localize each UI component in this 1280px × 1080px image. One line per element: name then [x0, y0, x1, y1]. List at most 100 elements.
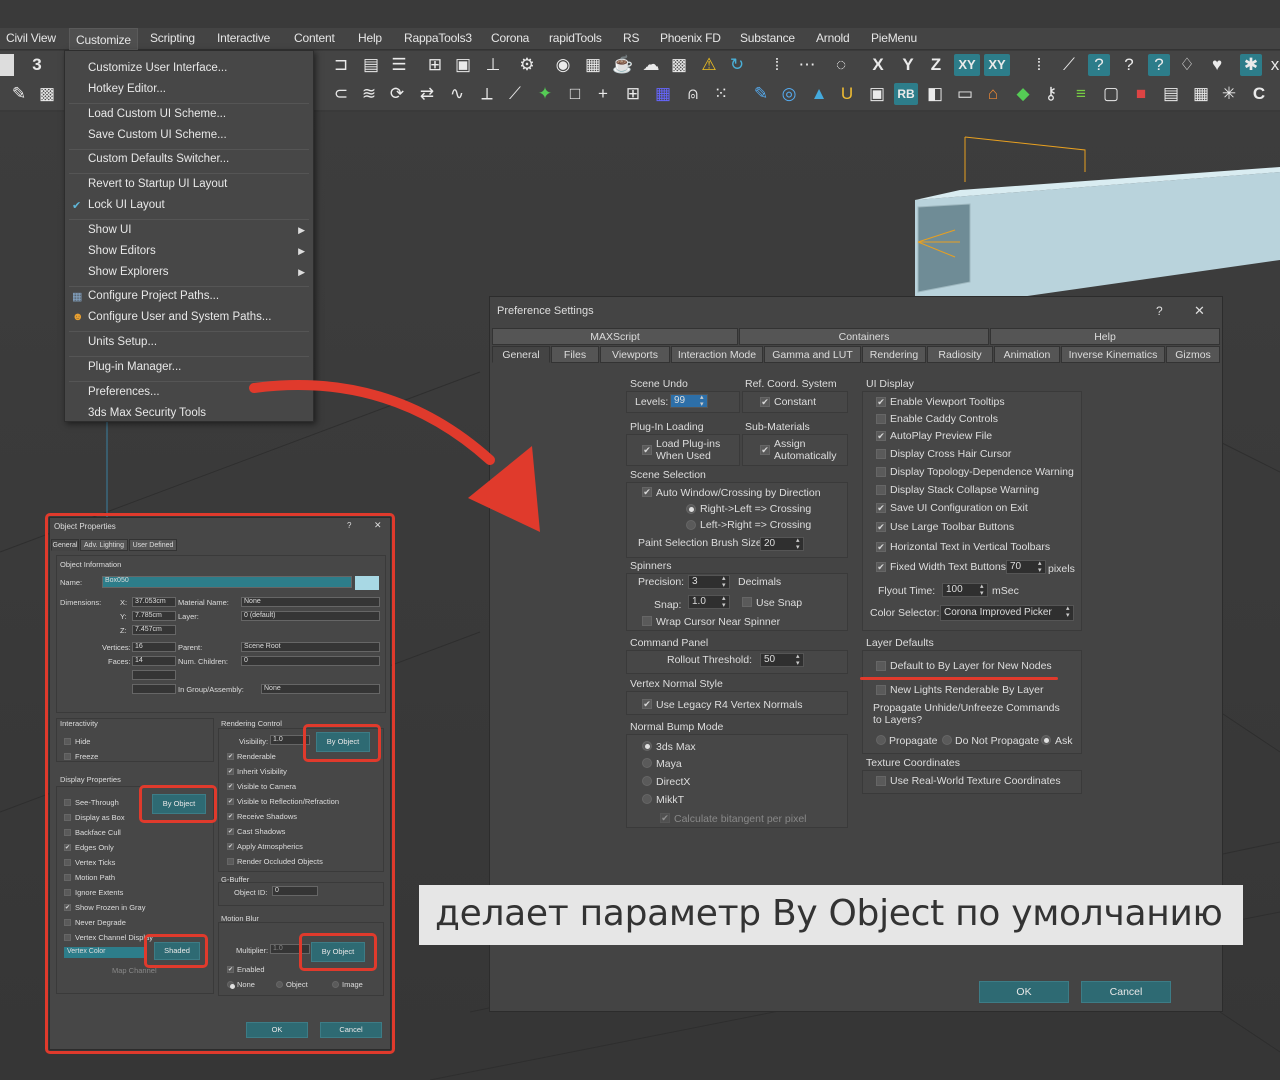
key-icon[interactable]: ⚷	[1040, 83, 1062, 105]
c-icon[interactable]: C	[1248, 83, 1270, 105]
blue-grid-icon[interactable]: ▦	[652, 83, 674, 105]
left-right-radio[interactable]	[686, 520, 696, 530]
menu-item-preferences[interactable]: Preferences...	[88, 386, 160, 398]
ask-radio[interactable]	[1041, 735, 1051, 745]
axis-z-button[interactable]: Z	[925, 54, 947, 76]
display-option-checkbox[interactable]	[64, 874, 71, 881]
display-option-checkbox[interactable]	[64, 859, 71, 866]
constant-checkbox[interactable]: ✔	[760, 397, 770, 407]
freeze-checkbox[interactable]	[64, 753, 71, 760]
flyout-time-spinner[interactable]: 100	[942, 583, 988, 597]
tab-radiosity[interactable]: Radiosity	[927, 346, 993, 363]
wand-icon[interactable]: ⟋	[504, 83, 526, 105]
hide-checkbox[interactable]	[64, 738, 71, 745]
render-option-checkbox[interactable]: ✔	[227, 798, 234, 805]
grid-icon[interactable]: ▩	[668, 54, 690, 76]
menu-rs[interactable]: RS	[623, 31, 639, 45]
dotted-bar-icon[interactable]: ⋯	[796, 54, 818, 76]
mosaic-icon[interactable]: ▦	[1190, 83, 1212, 105]
tab-maxscript[interactable]: MAXScript	[492, 328, 738, 345]
tab-adv-lighting[interactable]: Adv. Lighting	[80, 539, 128, 551]
warning-icon[interactable]: ⚠	[698, 54, 720, 76]
tab-interaction-mode[interactable]: Interaction Mode	[671, 346, 763, 363]
use-snap-checkbox[interactable]	[742, 597, 752, 607]
menu-item-security-tools[interactable]: 3ds Max Security Tools	[88, 407, 206, 419]
menu-scripting[interactable]: Scripting	[150, 31, 195, 45]
align-icon[interactable]: ⊐	[330, 54, 352, 76]
load-plugins-checkbox[interactable]: ✔	[642, 445, 652, 455]
menu-phoenix-fd[interactable]: Phoenix FD	[660, 31, 721, 45]
legacy-normals-checkbox[interactable]: ✔	[642, 699, 652, 709]
menu-item-lock-ui-layout[interactable]: Lock UI Layout	[88, 199, 165, 211]
name-field[interactable]: Box050	[102, 576, 352, 588]
stack-collapse-checkbox[interactable]	[876, 485, 886, 495]
display-option-checkbox[interactable]	[64, 889, 71, 896]
paint-brush-spinner[interactable]: 20	[760, 537, 804, 551]
wave-icon[interactable]: ∿	[446, 83, 468, 105]
viewport-tooltips-checkbox[interactable]: ✔	[876, 397, 886, 407]
menu-piemenu[interactable]: PieMenu	[871, 31, 917, 45]
curve-editor-icon[interactable]: ▣	[452, 54, 474, 76]
checker-icon[interactable]: ▩	[36, 83, 58, 105]
frame-icon[interactable]: ▢	[1100, 83, 1122, 105]
menu-help[interactable]: Help	[358, 31, 382, 45]
render-option-checkbox[interactable]: ✔	[227, 768, 234, 775]
schematic-view-icon[interactable]: ⊥	[482, 54, 504, 76]
snaps-toggle-icon[interactable]: ⁞	[1028, 54, 1050, 76]
motion-blur-by-object-button[interactable]: By Object	[311, 942, 365, 962]
display-option-checkbox[interactable]	[64, 814, 71, 821]
rb-button[interactable]: RB	[894, 83, 918, 105]
monitor-icon[interactable]: ▣	[866, 83, 888, 105]
heart-icon[interactable]: ♥	[1206, 54, 1228, 76]
autoplay-preview-checkbox[interactable]: ✔	[876, 431, 886, 441]
menu-item-units-setup[interactable]: Units Setup...	[88, 336, 157, 348]
cross-hair-checkbox[interactable]	[876, 449, 886, 459]
mirror-icon[interactable]: ♢	[1176, 54, 1198, 76]
link-icon[interactable]: ⊂	[330, 83, 352, 105]
wind-icon[interactable]: ≋	[358, 83, 380, 105]
graph-editor-icon[interactable]: ⊞	[424, 54, 446, 76]
tab-user-defined[interactable]: User Defined	[129, 539, 177, 551]
right-left-radio[interactable]	[686, 504, 696, 514]
menu-item-show-editors[interactable]: Show Editors	[88, 245, 156, 257]
axis-y-button[interactable]: Y	[897, 54, 919, 76]
menu-content[interactable]: Content	[294, 31, 335, 45]
menu-item-defaults-switcher[interactable]: Custom Defaults Switcher...	[88, 153, 229, 165]
mb-object-radio[interactable]	[276, 981, 283, 988]
plus-icon[interactable]: +	[592, 83, 614, 105]
display-option-checkbox[interactable]	[64, 829, 71, 836]
rollout-threshold-spinner[interactable]: 50	[760, 653, 804, 667]
object-color-swatch[interactable]	[355, 576, 379, 590]
scene-explorer-icon[interactable]: ▤	[360, 54, 382, 76]
display-option-checkbox[interactable]	[64, 934, 71, 941]
precision-spinner[interactable]: 3	[688, 575, 730, 589]
snap-3d-icon[interactable]: 3	[26, 54, 48, 76]
levels-spinner[interactable]: 99	[670, 394, 708, 408]
dots-grid-icon[interactable]: ⁙	[710, 83, 732, 105]
close-x-icon[interactable]: x	[1264, 54, 1280, 76]
menu-item-show-ui[interactable]: Show UI	[88, 224, 131, 236]
tab-rendering[interactable]: Rendering	[862, 346, 926, 363]
menu-item-show-explorers[interactable]: Show Explorers	[88, 266, 169, 278]
tab-containers[interactable]: Containers	[739, 328, 989, 345]
fence-icon[interactable]: ⊞	[622, 83, 644, 105]
mb-image-radio[interactable]	[332, 981, 339, 988]
menu-item-save-ui-scheme[interactable]: Save Custom UI Scheme...	[88, 129, 227, 141]
tab-inverse-kinematics[interactable]: Inverse Kinematics	[1061, 346, 1165, 363]
mb-none-radio[interactable]	[227, 981, 235, 989]
tree-icon[interactable]: ✦	[534, 83, 556, 105]
cancel-button[interactable]: Cancel	[320, 1022, 382, 1038]
bump-mikkt-radio[interactable]	[642, 794, 652, 804]
caddy-controls-checkbox[interactable]	[876, 414, 886, 424]
layers-icon[interactable]: ≡	[1070, 83, 1092, 105]
menu-customize[interactable]: Customize	[69, 28, 138, 50]
menu-item-user-system-paths[interactable]: Configure User and System Paths...	[88, 311, 271, 323]
menu-item-customize-ui[interactable]: Customize User Interface...	[88, 62, 227, 74]
edit-named-sets-icon[interactable]: ?	[1148, 54, 1170, 76]
paint-icon[interactable]: ✎	[8, 83, 30, 105]
axis-x-button[interactable]: X	[867, 54, 889, 76]
qr-icon[interactable]: ◎	[778, 83, 800, 105]
refresh-icon[interactable]: ↻	[726, 54, 748, 76]
tex-tools-icon[interactable]: ▤	[1160, 83, 1182, 105]
star-icon[interactable]: ✱	[1240, 54, 1262, 76]
